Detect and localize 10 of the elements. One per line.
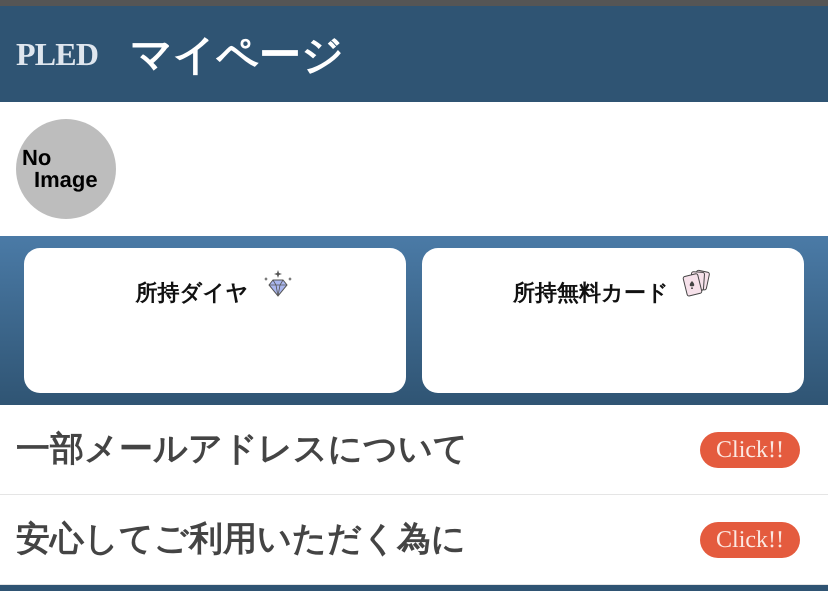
link-label: 安心してご利用いただく為に bbox=[16, 520, 466, 560]
page-title: マイページ bbox=[130, 30, 344, 80]
avatar-text: No bbox=[22, 147, 52, 169]
logo: PLED bbox=[16, 35, 98, 74]
link-label: 一部メールアドレスについて bbox=[16, 430, 468, 470]
avatar-text: Image bbox=[33, 169, 99, 191]
card-label: 所持無料カード bbox=[513, 279, 669, 307]
card-label: 所持ダイヤ bbox=[136, 279, 248, 307]
balance-card[interactable]: 所持無料カード bbox=[422, 248, 804, 393]
balance-card[interactable]: 所持ダイヤ bbox=[24, 248, 406, 393]
